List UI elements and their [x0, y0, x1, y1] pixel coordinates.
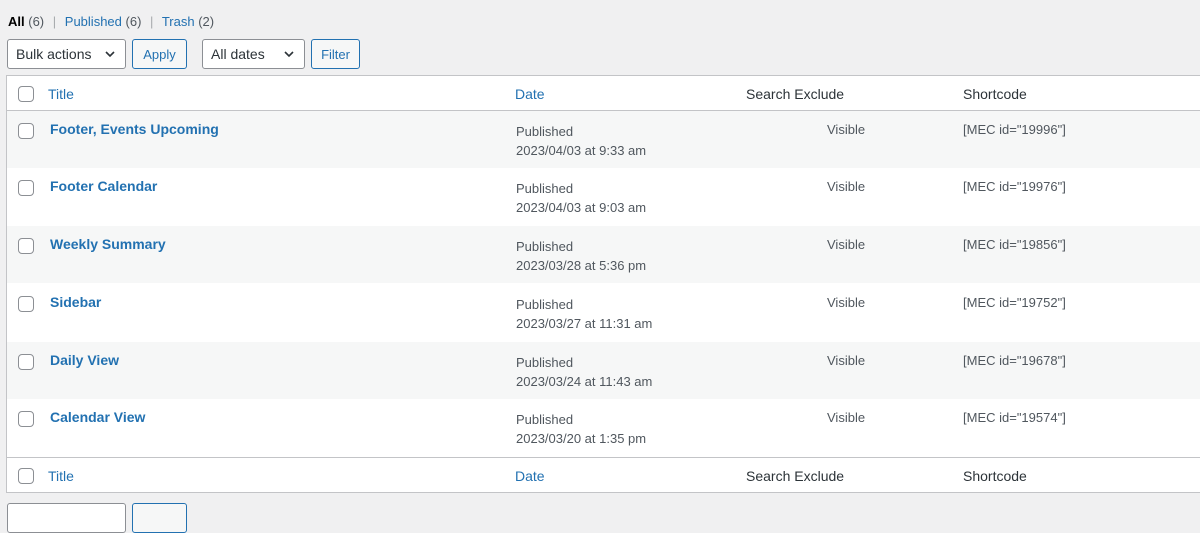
table-row: Footer, Events Upcoming Published 2023/0… — [7, 111, 1200, 168]
column-shortcode: Shortcode — [963, 86, 1027, 102]
row-timestamp: 2023/03/24 at 11:43 am — [516, 374, 653, 389]
row-title-link[interactable]: Footer, Events Upcoming — [50, 121, 219, 137]
row-status: Published — [516, 297, 574, 312]
table-row: Daily View Published 2023/03/24 at 11:43… — [7, 342, 1200, 399]
filter-button[interactable]: Filter — [311, 39, 360, 69]
row-timestamp: 2023/04/03 at 9:03 am — [516, 200, 647, 215]
table-row: Sidebar Published 2023/03/27 at 11:31 am… — [7, 284, 1200, 341]
row-shortcode: [MEC id="19574"] — [963, 410, 1066, 425]
table-row: Calendar View Published 2023/03/20 at 1:… — [7, 399, 1200, 456]
row-checkbox[interactable] — [18, 411, 34, 427]
row-checkbox[interactable] — [18, 180, 34, 196]
filter-published-count: (6) — [125, 14, 142, 29]
tablenav-top: Bulk actions Apply All dates Filter — [7, 39, 360, 69]
bulk-actions-label: Bulk actions — [16, 46, 92, 62]
column-search-exclude-footer: Search Exclude — [746, 468, 845, 484]
bulk-actions-select[interactable]: Bulk actions — [7, 39, 126, 69]
row-date: Published 2023/04/03 at 9:33 am — [516, 122, 646, 160]
row-timestamp: 2023/03/20 at 1:35 pm — [516, 431, 647, 446]
row-status: Published — [516, 355, 574, 370]
row-checkbox[interactable] — [18, 238, 34, 254]
apply-button[interactable]: Apply — [132, 39, 187, 69]
table-row: Weekly Summary Published 2023/03/28 at 5… — [7, 226, 1200, 283]
row-date: Published 2023/04/03 at 9:03 am — [516, 179, 646, 217]
row-shortcode: [MEC id="19976"] — [963, 179, 1066, 194]
row-shortcode: [MEC id="19856"] — [963, 237, 1066, 252]
row-shortcode: [MEC id="19678"] — [963, 353, 1066, 368]
row-timestamp: 2023/03/28 at 5:36 pm — [516, 258, 647, 273]
filter-separator: | — [52, 14, 57, 29]
row-timestamp: 2023/04/03 at 9:33 am — [516, 143, 647, 158]
status-filters: All (6) | Published (6) | Trash (2) — [8, 14, 214, 29]
column-shortcode-footer: Shortcode — [963, 468, 1027, 484]
column-search-exclude: Search Exclude — [746, 86, 845, 102]
row-title-link[interactable]: Daily View — [50, 352, 119, 368]
chevron-down-icon — [105, 51, 115, 58]
row-title-link[interactable]: Calendar View — [50, 409, 145, 425]
row-date: Published 2023/03/28 at 5:36 pm — [516, 237, 646, 275]
row-status: Published — [516, 181, 574, 196]
column-title-sort[interactable]: Title — [48, 86, 74, 102]
filter-all-count: (6) — [28, 14, 45, 29]
row-date: Published 2023/03/20 at 1:35 pm — [516, 410, 646, 448]
row-search-exclude: Visible — [827, 122, 866, 137]
apply-button-bottom[interactable] — [132, 503, 187, 533]
row-shortcode: [MEC id="19996"] — [963, 122, 1066, 137]
row-status: Published — [516, 124, 574, 139]
table-header: Title Date Search Exclude Shortcode — [7, 76, 1200, 111]
row-status: Published — [516, 239, 574, 254]
table-footer: Title Date Search Exclude Shortcode — [7, 457, 1200, 492]
bulk-actions-select-bottom[interactable] — [7, 503, 126, 533]
filter-published[interactable]: Published — [65, 14, 122, 29]
column-date-sort-footer[interactable]: Date — [515, 468, 545, 484]
row-search-exclude: Visible — [827, 353, 866, 368]
row-checkbox[interactable] — [18, 123, 34, 139]
row-title-link[interactable]: Weekly Summary — [50, 236, 166, 252]
filter-trash-count: (2) — [198, 14, 215, 29]
row-search-exclude: Visible — [827, 295, 866, 310]
row-date: Published 2023/03/24 at 11:43 am — [516, 353, 652, 391]
filter-separator: | — [150, 14, 154, 29]
chevron-down-icon — [284, 51, 294, 58]
row-timestamp: 2023/03/27 at 11:31 am — [516, 316, 653, 331]
row-checkbox[interactable] — [18, 296, 34, 312]
tablenav-bottom — [7, 503, 187, 533]
posts-table: Title Date Search Exclude Shortcode Foot… — [6, 75, 1200, 493]
column-title-sort-footer[interactable]: Title — [48, 468, 74, 484]
row-checkbox[interactable] — [18, 354, 34, 370]
row-title-link[interactable]: Footer Calendar — [50, 178, 157, 194]
row-status: Published — [516, 412, 574, 427]
row-title-link[interactable]: Sidebar — [50, 294, 101, 310]
row-search-exclude: Visible — [827, 410, 866, 425]
row-date: Published 2023/03/27 at 11:31 am — [516, 295, 652, 333]
column-date-sort[interactable]: Date — [515, 86, 545, 102]
table-row: Footer Calendar Published 2023/04/03 at … — [7, 168, 1200, 225]
select-all-checkbox[interactable] — [18, 86, 34, 102]
filter-trash[interactable]: Trash — [162, 14, 195, 29]
dates-select[interactable]: All dates — [202, 39, 305, 69]
row-shortcode: [MEC id="19752"] — [963, 295, 1066, 310]
filter-all[interactable]: All — [8, 14, 25, 29]
row-search-exclude: Visible — [827, 179, 866, 194]
row-search-exclude: Visible — [827, 237, 866, 252]
dates-label: All dates — [211, 46, 265, 62]
select-all-checkbox-footer[interactable] — [18, 468, 34, 484]
